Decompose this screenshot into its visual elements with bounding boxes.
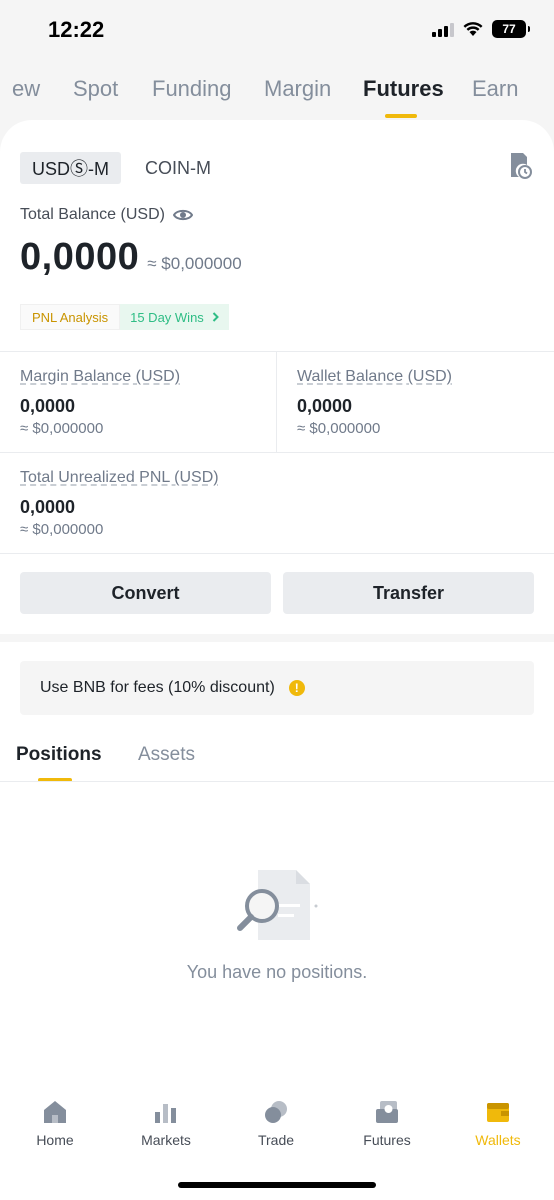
nav-futures-label: Futures (363, 1132, 411, 1148)
nav-markets-label: Markets (141, 1132, 191, 1148)
info-icon[interactable]: ! (288, 680, 305, 696)
divider (276, 352, 277, 452)
pnl-wins-badge[interactable]: 15 Day Wins (120, 304, 229, 330)
trade-icon (265, 1101, 287, 1123)
home-icon (44, 1101, 66, 1123)
history-icon[interactable] (508, 152, 532, 180)
margin-balance-approx: ≈ $0,000000 (20, 420, 104, 437)
chevron-right-icon (212, 312, 219, 322)
futures-card: USDⓈ-M COIN-M Total Balance (USD) 0,0000… (0, 120, 554, 1200)
transfer-button[interactable]: Transfer (283, 572, 534, 614)
wifi-icon (463, 22, 483, 36)
home-indicator (178, 1182, 376, 1188)
unrealized-pnl-approx: ≈ $0,000000 (20, 521, 104, 538)
tab-futures[interactable]: Futures (363, 76, 444, 102)
total-balance-approx: ≈ $0,000000 (147, 254, 242, 273)
pnl-wins-label: 15 Day Wins (130, 309, 204, 325)
usds-m-button[interactable]: USDⓈ-M (20, 152, 121, 184)
divider (0, 452, 554, 453)
nav-trade[interactable]: Trade (231, 1098, 321, 1148)
futures-icon (376, 1101, 398, 1123)
total-balance-label: Total Balance (USD) (20, 206, 193, 224)
total-balance-text: Total Balance (USD) (20, 206, 165, 223)
coin-m-button[interactable]: COIN-M (133, 152, 223, 184)
bnb-fee-notice[interactable]: Use BNB for fees (10% discount) ! (20, 661, 534, 715)
total-balance: 0,0000 ≈ $0,000000 (20, 236, 242, 279)
unrealized-pnl: Total Unrealized PNL (USD) 0,0000 ≈ $0,0… (20, 469, 219, 538)
wallet-balance: Wallet Balance (USD) 0,0000 ≈ $0,000000 (297, 368, 452, 437)
total-balance-value: 0,0000 (20, 236, 140, 278)
wallet-icon (487, 1103, 509, 1122)
markets-icon (155, 1104, 176, 1123)
tab-earn[interactable]: Earn (472, 76, 518, 102)
pnl-analysis-button[interactable]: PNL Analysis (20, 304, 121, 330)
battery-icon: 77 (492, 20, 530, 38)
margin-type-switch: USDⓈ-M COIN-M (20, 152, 223, 184)
nav-home-label: Home (36, 1132, 74, 1148)
wallet-balance-label[interactable]: Wallet Balance (USD) (297, 368, 452, 386)
nav-wallets-label: Wallets (475, 1132, 521, 1148)
active-tab-indicator (385, 114, 417, 118)
convert-button[interactable]: Convert (20, 572, 271, 614)
tab-positions[interactable]: Positions (16, 744, 102, 766)
tab-overview[interactable]: ew (12, 76, 40, 102)
divider (0, 553, 554, 554)
nav-markets[interactable]: Markets (121, 1098, 211, 1148)
status-bar: 12:22 77 (0, 0, 554, 56)
margin-balance-value: 0,0000 (20, 396, 76, 416)
tab-funding[interactable]: Funding (152, 76, 232, 102)
eye-icon[interactable] (172, 208, 193, 222)
nav-trade-label: Trade (257, 1132, 295, 1148)
status-icons: 77 (432, 20, 530, 38)
empty-state-text: You have no positions. (186, 962, 368, 982)
empty-search-illustration-icon (237, 870, 318, 940)
tab-spot[interactable]: Spot (73, 76, 118, 102)
unrealized-pnl-value: 0,0000 (20, 497, 76, 517)
margin-balance: Margin Balance (USD) 0,0000 ≈ $0,000000 (20, 368, 180, 437)
bnb-fee-text: Use BNB for fees (10% discount) (40, 679, 275, 696)
wallet-balance-value: 0,0000 (297, 396, 353, 416)
nav-wallets[interactable]: Wallets (453, 1098, 543, 1148)
unrealized-pnl-label[interactable]: Total Unrealized PNL (USD) (20, 469, 219, 487)
wallet-balance-approx: ≈ $0,000000 (297, 420, 381, 437)
wallet-futures-screen: 12:22 77 ew Spot Funding Margin Futures … (0, 0, 554, 1200)
section-divider (0, 634, 554, 642)
margin-balance-label[interactable]: Margin Balance (USD) (20, 368, 180, 386)
pnl-row: PNL Analysis 15 Day Wins (20, 304, 229, 330)
nav-home[interactable]: Home (10, 1098, 100, 1148)
status-time: 12:22 (48, 17, 105, 42)
nav-futures[interactable]: Futures (342, 1098, 432, 1148)
wallet-top-tabs: ew Spot Funding Margin Futures Earn (0, 72, 554, 120)
tab-assets[interactable]: Assets (138, 744, 195, 766)
tab-margin[interactable]: Margin (264, 76, 331, 102)
divider (0, 781, 554, 782)
divider (0, 351, 554, 352)
cellular-signal-icon (432, 21, 454, 37)
